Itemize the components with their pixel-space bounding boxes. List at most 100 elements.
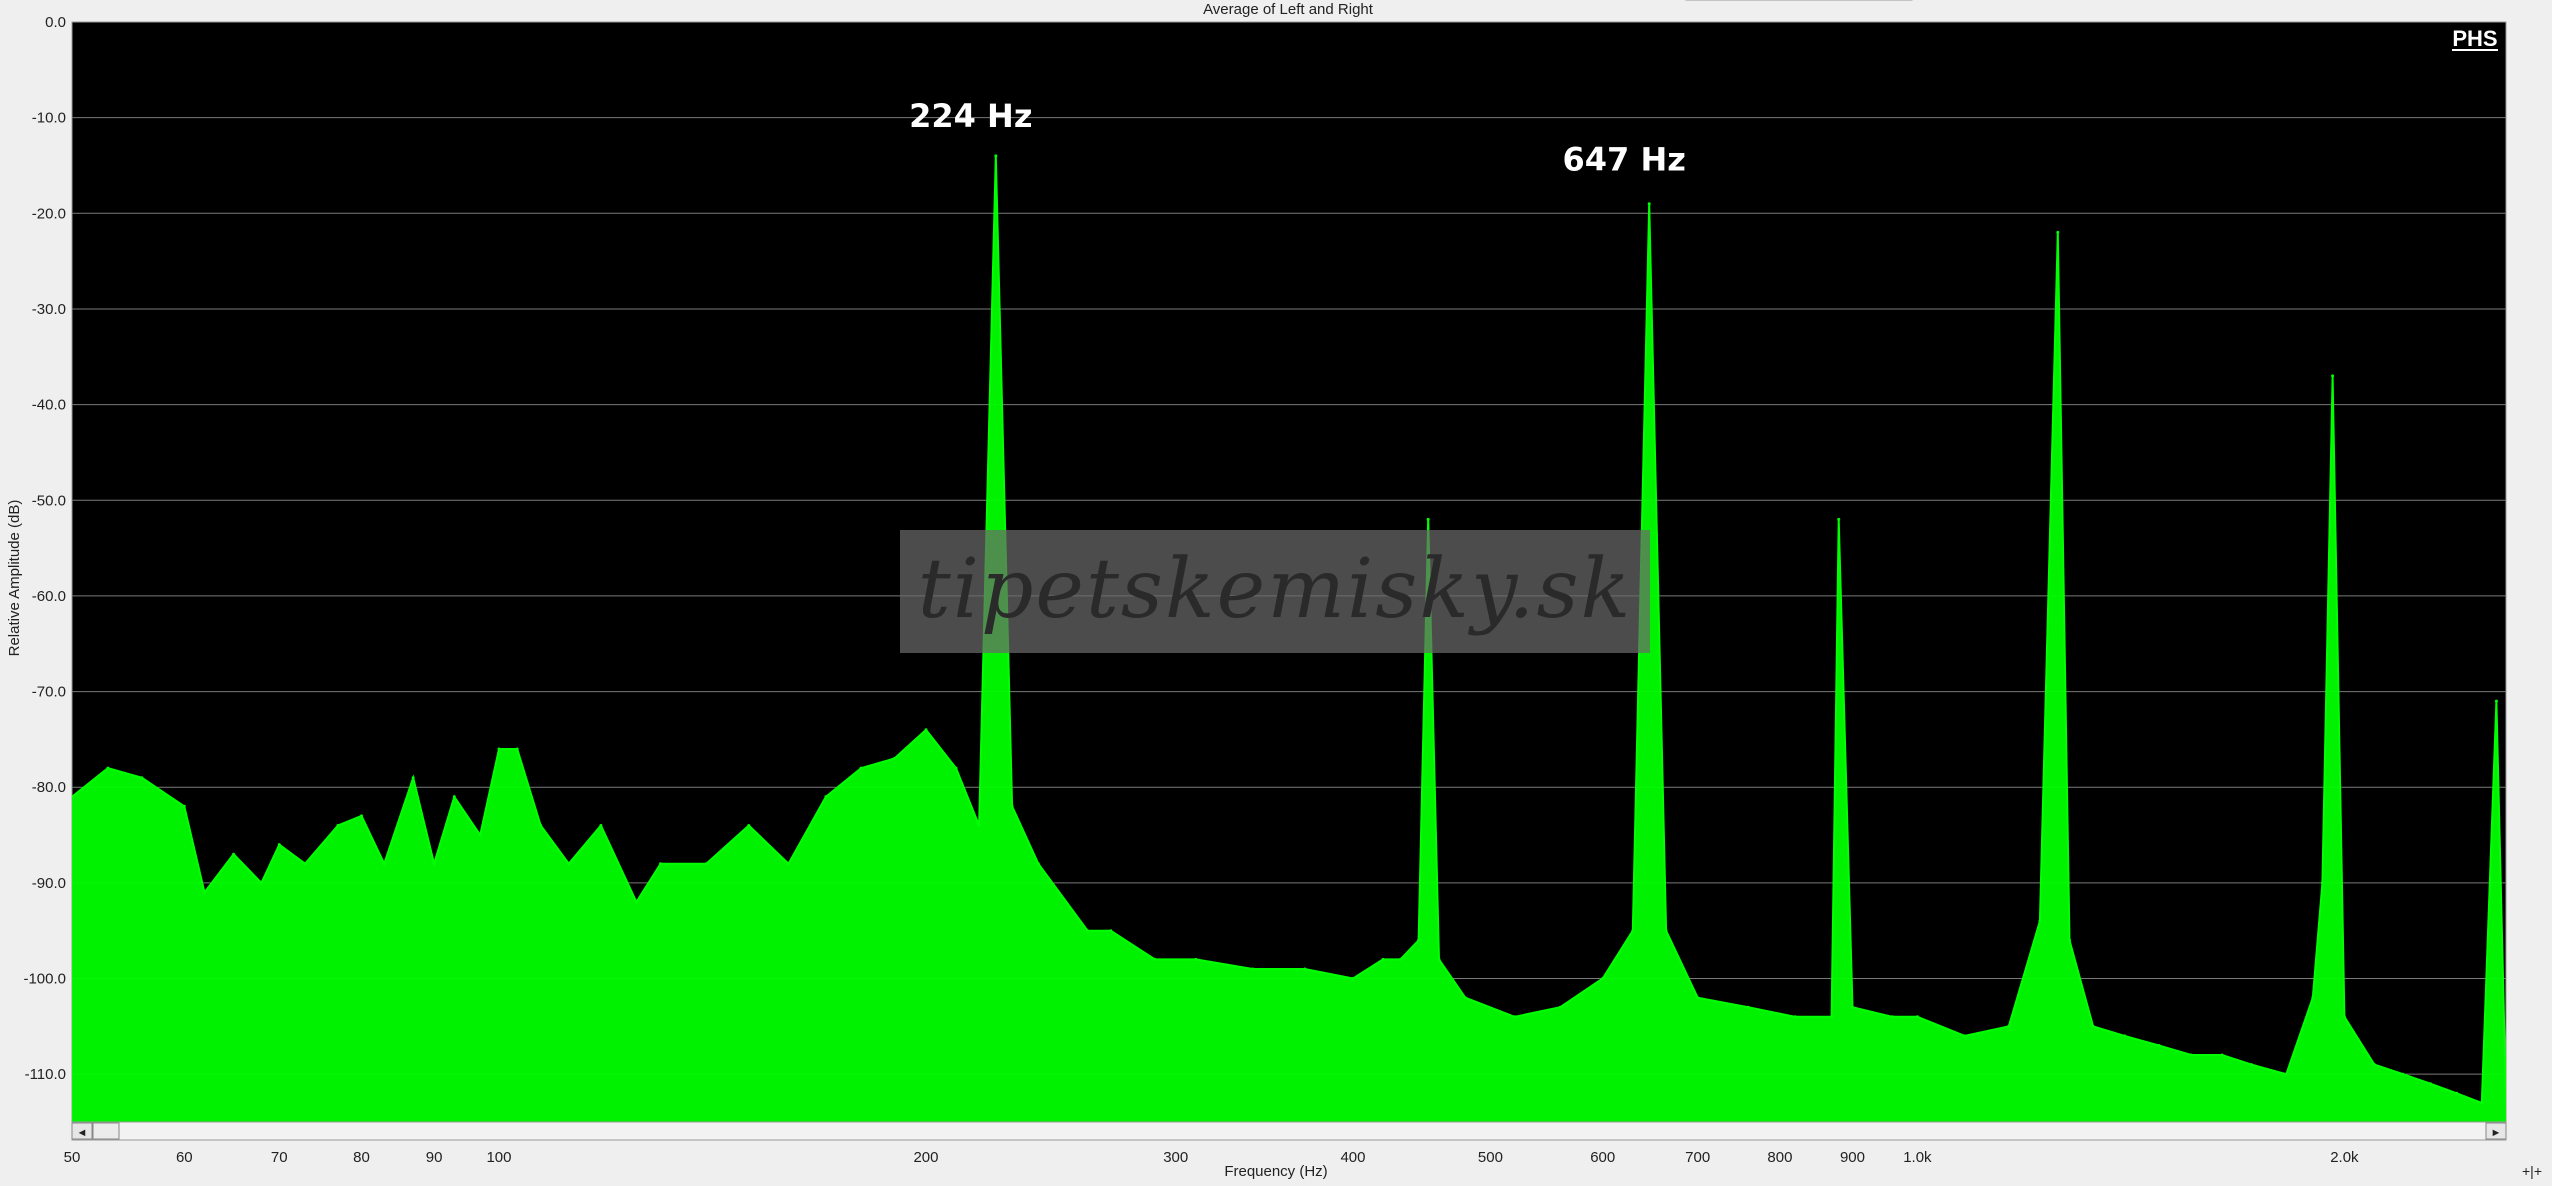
spectrum-point (994, 154, 998, 158)
spectrum-point (1558, 1005, 1562, 1009)
spectrum-point (1153, 957, 1157, 961)
scroll-thumb[interactable] (92, 1122, 120, 1140)
spectrum-point (747, 824, 751, 827)
spectrum-point (2091, 1024, 2095, 1028)
spectrum-point (1793, 1015, 1797, 1019)
spectrum-point (2494, 699, 2498, 703)
spectrum-point (1010, 804, 1014, 808)
spectrum-point (2056, 230, 2060, 234)
spectrum-point (2401, 1072, 2405, 1076)
spectrum-point (1837, 517, 1841, 521)
phs-logo-text: PHS (2452, 26, 2497, 51)
spectrum-point (1601, 977, 1605, 980)
x-tick-label: 800 (1767, 1149, 1792, 1166)
spectrum-point (2123, 1034, 2127, 1038)
spectrum-point (2189, 1053, 2193, 1057)
x-tick-label: 2.0k (2330, 1149, 2359, 1166)
spectrum-point (1381, 957, 1385, 961)
spectrum-point (1437, 957, 1441, 961)
watermark-text: tipetskemisky.sk (918, 542, 1632, 637)
spectrum-point (2007, 1024, 2011, 1028)
spectrum-point (140, 776, 144, 780)
spectrum-point (539, 824, 543, 827)
peak-label: 647 Hz (1563, 140, 1686, 178)
spectrum-point (1194, 957, 1198, 961)
spectrum-point (1417, 938, 1421, 942)
spectrum-point (599, 824, 603, 827)
x-tick-label: 400 (1340, 1149, 1365, 1166)
spectrum-point (787, 862, 790, 866)
spectrum-point (1890, 1015, 1894, 1019)
spectrum-point (1746, 1005, 1750, 1009)
peak-label: 224 Hz (909, 97, 1032, 135)
y-tick-label: -90.0 (32, 875, 66, 892)
spectrum-point (1963, 1034, 1967, 1038)
spectrum-point (2331, 374, 2335, 378)
x-tick-label: 600 (1590, 1149, 1615, 1166)
y-tick-label: -50.0 (32, 492, 66, 509)
spectrum-point (336, 824, 340, 827)
spectrum-point (924, 728, 928, 732)
spectrum-point (106, 766, 110, 770)
spectrum-point (1915, 1015, 1919, 1019)
spectrum-point (452, 795, 456, 799)
spectrum-point (1851, 1005, 1854, 1009)
spectrum-point (2220, 1053, 2224, 1057)
phs-logo: PHS (2452, 26, 2498, 51)
spectrum-point (1426, 517, 1430, 521)
spectrum-point (1398, 957, 1402, 961)
spectrum-point (824, 795, 828, 799)
spectrum-point (1303, 967, 1307, 971)
spectrum-point (1513, 1015, 1517, 1019)
spectrum-point (497, 747, 501, 751)
spectrum-point (1631, 929, 1635, 933)
spectrum-point (954, 766, 958, 770)
spectrum-point (478, 833, 482, 837)
spectrum-point (1664, 929, 1668, 933)
y-tick-label: -110.0 (25, 1066, 66, 1083)
zoom-corner-icon[interactable]: +|+ (2522, 1163, 2542, 1179)
x-tick-label: 70 (271, 1149, 288, 1166)
x-tick-label: 700 (1685, 1149, 1710, 1166)
spectrum-point (704, 862, 708, 866)
spectrum-point (2250, 1063, 2253, 1067)
spectrum-point (1647, 202, 1651, 206)
y-tick-label: -20.0 (32, 205, 66, 222)
x-tick-label: 300 (1163, 1149, 1188, 1166)
watermark: tipetskemisky.sk (900, 530, 1650, 653)
spectrum-point (659, 862, 663, 866)
spectrum-point (1696, 996, 1700, 1000)
y-tick-label: -10.0 (32, 110, 66, 127)
spectrum-point (515, 747, 519, 751)
y-tick-label: -60.0 (32, 588, 66, 605)
scrollbar[interactable]: ◄ ► (71, 1121, 2507, 1141)
y-tick-label: -70.0 (32, 684, 66, 701)
scroll-right-arrow-icon: ► (2491, 1127, 2502, 1139)
spectrum-point (2429, 1082, 2432, 1086)
spectrum-point (1251, 967, 1255, 971)
spectrum-point (303, 862, 307, 866)
spectrum-point (232, 852, 236, 856)
y-tick-label: -100.0 (23, 971, 66, 988)
y-tick-label: -80.0 (32, 779, 66, 796)
y-tick-label: -40.0 (32, 397, 66, 414)
spectrum-point (892, 757, 896, 760)
spectrum-point (2284, 1072, 2288, 1076)
spectrum-point (182, 804, 186, 808)
x-tick-label: 500 (1478, 1149, 1503, 1166)
spectrum-point (1086, 929, 1090, 933)
y-tick-label: -30.0 (32, 301, 66, 318)
spectrum-point (382, 862, 386, 866)
spectrum-point (2068, 938, 2071, 942)
spectrum-point (977, 824, 981, 827)
spectrum-point (432, 862, 436, 866)
spectrum-point (277, 843, 281, 847)
spectrum-point (1036, 862, 1040, 866)
scrollbar-track[interactable] (71, 1121, 2507, 1141)
scroll-left-arrow-icon: ◄ (77, 1127, 88, 1139)
spectrum-point (1830, 1015, 1834, 1019)
spectrum-point (2372, 1063, 2376, 1067)
spectrum-point (360, 814, 363, 818)
spectrum-point (567, 862, 571, 866)
spectrum-point (2038, 919, 2042, 923)
